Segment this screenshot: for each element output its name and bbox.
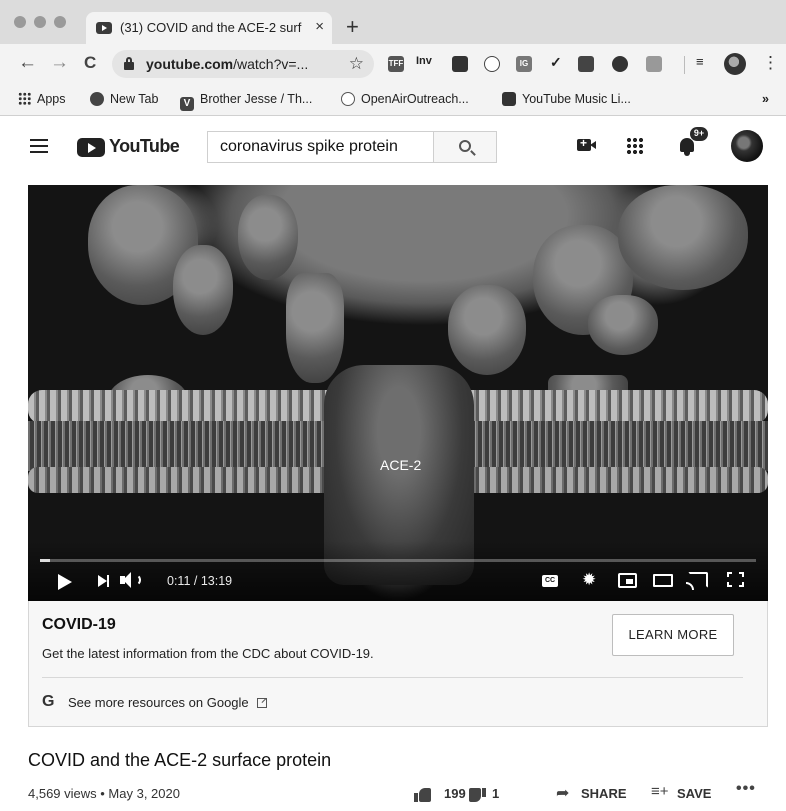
bookmark-openair[interactable]: OpenAirOutreach... (341, 92, 469, 106)
spike-protein-shape (588, 295, 658, 355)
search-button[interactable] (433, 131, 497, 163)
notification-badge: 9+ (689, 126, 709, 142)
spike-protein-shape (448, 285, 526, 375)
external-link-icon (257, 698, 267, 708)
vimeo-icon: V (180, 97, 194, 111)
extension-circle-icon[interactable] (612, 56, 628, 72)
smiley-icon (341, 92, 355, 106)
toolbar-divider (684, 56, 685, 74)
globe-icon (90, 92, 104, 106)
new-tab-button[interactable]: + (346, 14, 359, 40)
profile-avatar-icon[interactable] (724, 53, 746, 75)
learn-more-button[interactable]: LEARN MORE (612, 614, 734, 656)
ace2-overlay-label: ACE-2 (380, 457, 422, 473)
cast-icon[interactable] (686, 572, 708, 590)
media-playlist-icon[interactable]: ≡ (696, 54, 704, 69)
next-video-icon[interactable] (98, 575, 109, 587)
miniplayer-icon[interactable] (618, 573, 637, 588)
browser-tab-active[interactable]: (31) COVID and the ACE-2 surf × (86, 12, 332, 44)
info-panel-divider (42, 677, 743, 678)
hamburger-menu-icon[interactable] (30, 139, 48, 153)
volume-icon[interactable] (120, 571, 142, 589)
covid-info-panel: COVID-19 Get the latest information from… (28, 601, 768, 727)
progress-bar-fill (40, 559, 50, 562)
video-player[interactable]: ACE-2 0:11 / 13:19 CC ✹ (28, 185, 768, 601)
bookmarks-bar: Apps New Tab V Brother Jesse / Th... Open… (0, 84, 786, 116)
extension-check-icon[interactable]: ✓ (550, 54, 562, 71)
progress-bar[interactable] (40, 559, 756, 562)
bookmark-youtube-music[interactable]: YouTube Music Li... (502, 92, 631, 106)
spike-protein-shape (238, 195, 298, 280)
bookmark-star-icon[interactable]: ☆ (349, 54, 364, 74)
tab-title: (31) COVID and the ACE-2 surf (120, 20, 302, 35)
spike-protein-shape (618, 185, 748, 290)
save-playlist-icon[interactable]: ≡+ (651, 783, 669, 800)
settings-gear-icon[interactable]: ✹ (582, 571, 596, 589)
bookmarks-overflow-icon[interactable]: » (762, 92, 769, 106)
browser-tabstrip: (31) COVID and the ACE-2 surf × + (0, 0, 786, 44)
share-arrow-icon[interactable]: ➦ (556, 783, 569, 803)
extension-reddit-icon[interactable] (484, 56, 500, 72)
lock-icon (124, 57, 134, 70)
back-arrow-icon[interactable]: ← (18, 53, 37, 73)
extension-inv-icon[interactable]: Inv (416, 55, 432, 67)
window-maximize-button[interactable] (54, 16, 66, 28)
reload-icon[interactable]: C (84, 53, 96, 73)
extension-ig-icon[interactable]: IG (516, 56, 532, 72)
youtube-bookmark-icon (502, 92, 516, 106)
google-g-icon: G (42, 693, 55, 710)
fullscreen-icon[interactable] (727, 572, 744, 587)
forward-arrow-icon[interactable]: → (50, 53, 69, 73)
browser-menu-icon[interactable]: ⋮ (762, 53, 779, 73)
url-text: youtube.com/watch?v=... (146, 56, 309, 72)
extension-person-icon[interactable] (578, 56, 594, 72)
youtube-masthead: YouTube 9+ (0, 117, 786, 177)
bookmark-new-tab[interactable]: New Tab (90, 92, 158, 106)
search-box (207, 131, 433, 163)
bookmark-apps[interactable]: Apps (18, 92, 66, 106)
dislike-count[interactable]: 1 (492, 786, 499, 801)
dislike-thumb-icon[interactable] (468, 788, 486, 802)
address-bar[interactable]: youtube.com/watch?v=... ☆ (112, 50, 374, 78)
like-thumb-icon[interactable] (414, 788, 432, 802)
spike-protein-shape (173, 245, 233, 335)
info-panel-description: Get the latest information from the CDC … (42, 646, 374, 661)
theater-mode-icon[interactable] (653, 574, 673, 587)
youtube-play-logo-icon (77, 138, 105, 157)
browser-toolbar: ← → C youtube.com/watch?v=... ☆ TFF Inv … (0, 44, 786, 84)
window-minimize-button[interactable] (34, 16, 46, 28)
time-display: 0:11 / 13:19 (167, 574, 233, 588)
youtube-apps-icon[interactable] (626, 137, 644, 155)
account-avatar[interactable] (731, 130, 763, 162)
spike-protein-shape (286, 273, 344, 383)
search-icon (459, 140, 471, 152)
bookmark-brother-jesse[interactable]: V Brother Jesse / Th... (180, 92, 312, 111)
save-button[interactable]: SAVE (677, 786, 711, 801)
extension-pocket-icon[interactable] (452, 56, 468, 72)
info-panel-title: COVID-19 (42, 616, 116, 633)
youtube-logo-text: YouTube (109, 136, 180, 156)
play-icon[interactable] (58, 574, 72, 590)
more-actions-icon[interactable]: ••• (736, 780, 756, 798)
views-and-date: 4,569 views • May 3, 2020 (28, 786, 180, 801)
share-button[interactable]: SHARE (581, 786, 627, 801)
extension-tff-icon[interactable]: TFF (388, 56, 404, 72)
extension-checkbox-icon[interactable] (646, 56, 662, 72)
video-title: COVID and the ACE-2 surface protein (28, 750, 332, 770)
like-count[interactable]: 199 (444, 786, 466, 801)
create-video-icon[interactable] (577, 136, 596, 151)
captions-icon[interactable]: CC (542, 575, 558, 587)
apps-grid-icon (18, 92, 31, 105)
tab-close-icon[interactable]: × (315, 18, 324, 35)
more-resources-link[interactable]: See more resources on Google (68, 695, 249, 710)
youtube-favicon-icon (96, 22, 112, 34)
search-input[interactable] (208, 132, 432, 162)
window-close-button[interactable] (14, 16, 26, 28)
